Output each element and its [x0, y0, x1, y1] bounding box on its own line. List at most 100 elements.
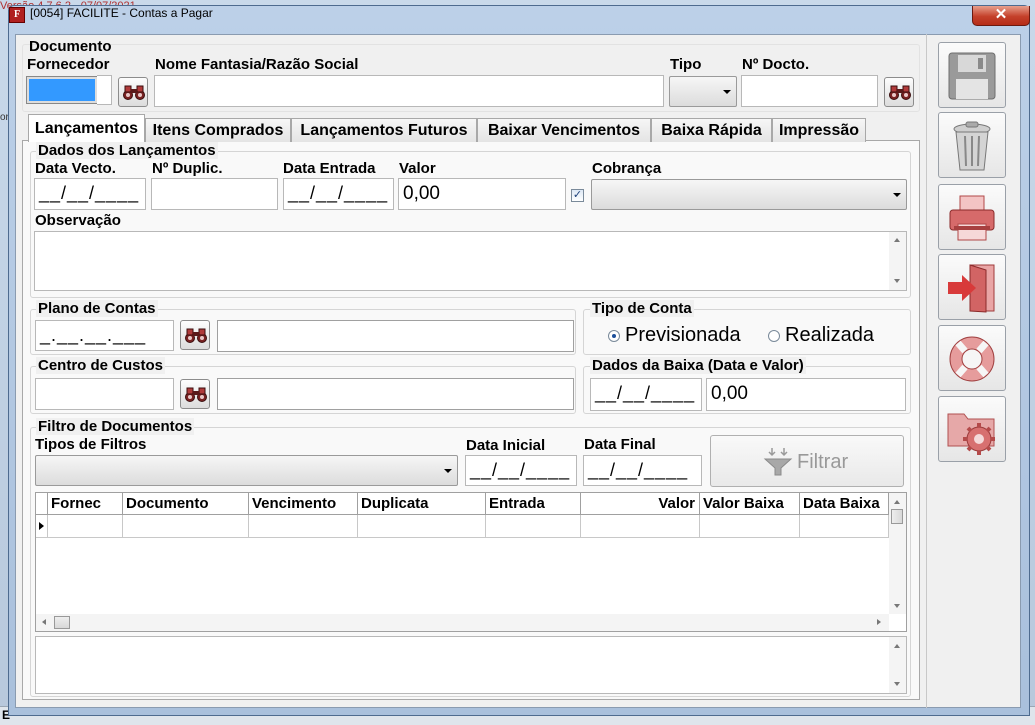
observacao-label: Observação: [35, 212, 121, 229]
tipos-filtros-select[interactable]: [35, 455, 458, 486]
observacao-textarea[interactable]: [34, 231, 907, 291]
plano-contas-descricao: [217, 320, 574, 352]
exit-button[interactable]: [938, 254, 1006, 320]
centro-custos-input[interactable]: [35, 378, 174, 410]
tipo-select[interactable]: [669, 76, 737, 107]
folder-gear-icon: [947, 413, 995, 455]
col-entrada[interactable]: Entrada: [486, 493, 581, 515]
chevron-down-icon: [444, 468, 452, 473]
col-data-baixa[interactable]: Data Baixa: [800, 493, 889, 515]
floppy-save-icon: [948, 52, 996, 100]
tab-baixa-rapida[interactable]: Baixa Rápida: [651, 118, 772, 142]
search-documento-button[interactable]: [884, 77, 914, 107]
col-valor[interactable]: Valor: [581, 493, 700, 515]
binoculars-icon: [185, 387, 207, 402]
nome-label: Nome Fantasia/Razão Social: [155, 56, 359, 73]
fornecedor-input[interactable]: [26, 76, 98, 104]
centro-custos-descricao: [217, 378, 574, 410]
documento-label: Documento: [29, 38, 112, 55]
realizada-label[interactable]: Realizada: [785, 324, 874, 347]
nduplic-label: Nº Duplic.: [152, 160, 223, 177]
search-centro-button[interactable]: [180, 379, 210, 409]
help-button[interactable]: [938, 325, 1006, 391]
dados-lancamentos-title: Dados dos Lançamentos: [36, 142, 218, 159]
tab-impressao[interactable]: Impressão: [772, 118, 866, 142]
memo-scrollbar[interactable]: [889, 637, 906, 693]
scroll-up-icon[interactable]: [894, 644, 900, 648]
scroll-up-icon[interactable]: [894, 500, 900, 504]
previsionada-label[interactable]: Previsionada: [625, 324, 741, 347]
hscroll-thumb[interactable]: [54, 616, 70, 629]
data-final-input[interactable]: __/__/____: [583, 455, 702, 486]
table-row-cell[interactable]: [249, 515, 358, 538]
table-row-cell[interactable]: [358, 515, 486, 538]
scroll-up-icon[interactable]: [894, 238, 900, 242]
ndocto-input[interactable]: [741, 75, 878, 107]
current-row-icon: [39, 522, 44, 530]
dados-baixa-title: Dados da Baixa (Data e Valor): [590, 357, 806, 374]
table-row-cell[interactable]: [123, 515, 249, 538]
settings-button[interactable]: [938, 396, 1006, 462]
search-fornecedor-button[interactable]: [118, 77, 148, 107]
scroll-down-icon[interactable]: [894, 604, 900, 608]
cobranca-select[interactable]: [591, 179, 907, 210]
data-vecto-input[interactable]: __/__/____: [34, 178, 146, 210]
filtro-documentos-title: Filtro de Documentos: [36, 418, 195, 435]
valor-checkbox[interactable]: ✓: [571, 189, 584, 202]
close-button[interactable]: ✕: [972, 6, 1030, 26]
data-entrada-label: Data Entrada: [283, 160, 376, 177]
table-row-cell[interactable]: [581, 515, 700, 538]
grid-vertical-scrollbar[interactable]: [889, 493, 906, 614]
print-button[interactable]: [938, 184, 1006, 250]
binoculars-icon: [185, 328, 207, 343]
search-plano-button[interactable]: [180, 320, 210, 350]
cobranca-label: Cobrança: [592, 160, 662, 177]
scroll-right-icon[interactable]: [877, 619, 881, 625]
app-icon: F: [9, 7, 25, 23]
valor-input[interactable]: 0,00: [398, 178, 566, 210]
save-button[interactable]: [938, 42, 1006, 108]
tab-itens-comprados[interactable]: Itens Comprados: [145, 118, 291, 142]
chevron-down-icon: [723, 89, 731, 94]
data-inicial-label: Data Inicial: [466, 437, 546, 454]
table-row-cell[interactable]: [48, 515, 123, 538]
data-inicial-input[interactable]: __/__/____: [465, 455, 577, 486]
tab-lancamentos-futuros[interactable]: Lançamentos Futuros: [291, 118, 477, 142]
trash-icon: [953, 121, 991, 171]
grid-horizontal-scrollbar[interactable]: [36, 614, 889, 631]
data-baixa-input[interactable]: __/__/____: [590, 378, 702, 411]
plano-contas-input[interactable]: _.__.__.___: [35, 320, 174, 351]
col-valor-baixa[interactable]: Valor Baixa: [700, 493, 800, 515]
col-fornec[interactable]: Fornec: [48, 493, 123, 515]
valor-baixa-input[interactable]: 0,00: [706, 378, 906, 411]
tipos-filtros-label: Tipos de Filtros: [35, 436, 147, 453]
observacao-scrollbar[interactable]: [889, 232, 906, 290]
tipo-conta-title: Tipo de Conta: [590, 300, 694, 317]
delete-button[interactable]: [938, 112, 1006, 178]
scroll-down-icon[interactable]: [894, 279, 900, 283]
table-row-cell[interactable]: [486, 515, 581, 538]
scroll-thumb[interactable]: [891, 509, 903, 524]
nome-input[interactable]: [154, 75, 664, 107]
fornecedor-label: Fornecedor: [27, 56, 110, 73]
tipo-label: Tipo: [670, 56, 702, 73]
radio-previsionada[interactable]: [608, 330, 620, 342]
table-row-cell[interactable]: [700, 515, 800, 538]
detalhes-memo[interactable]: [35, 636, 907, 694]
table-row-cell[interactable]: [800, 515, 889, 538]
nduplic-input[interactable]: [151, 178, 278, 210]
data-entrada-input[interactable]: __/__/____: [283, 178, 394, 210]
scroll-left-icon[interactable]: [42, 619, 46, 625]
col-vencimento[interactable]: Vencimento: [249, 493, 358, 515]
centro-custos-title: Centro de Custos: [36, 357, 166, 374]
tab-lancamentos[interactable]: Lançamentos: [28, 114, 145, 142]
scroll-down-icon[interactable]: [894, 682, 900, 686]
ndocto-label: Nº Docto.: [742, 56, 810, 73]
side-divider: [926, 34, 927, 708]
filtrar-button[interactable]: Filtrar: [710, 435, 904, 487]
tab-baixar-vencimentos[interactable]: Baixar Vencimentos: [477, 118, 651, 142]
col-duplicata[interactable]: Duplicata: [358, 493, 486, 515]
data-final-label: Data Final: [584, 436, 656, 453]
radio-realizada[interactable]: [768, 330, 780, 342]
col-documento[interactable]: Documento: [123, 493, 249, 515]
